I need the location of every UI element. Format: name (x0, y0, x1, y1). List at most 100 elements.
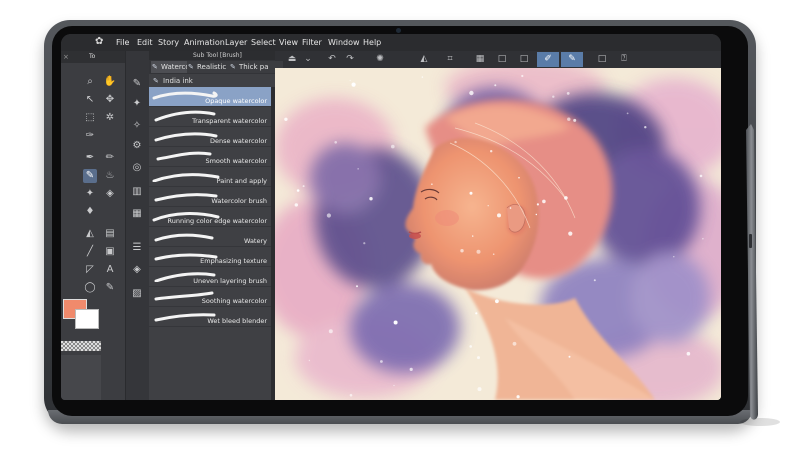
brush-icon: ✎ (230, 63, 236, 71)
drawing-canvas[interactable] (275, 68, 721, 400)
square-icon[interactable]: □ (493, 52, 511, 67)
auto-select-icon[interactable]: ✲ (103, 111, 117, 125)
airbrush-icon[interactable]: ♨ (103, 169, 117, 183)
brush-item-label: Smooth watercolor (205, 157, 267, 165)
grid-icon[interactable]: ▦ (130, 207, 144, 221)
brush-item[interactable]: Uneven layering brush (149, 267, 271, 287)
brush-item-label: Wet bleed blender (207, 317, 267, 325)
eyedropper-icon[interactable]: ✑ (83, 129, 97, 143)
watercolor-group-icon[interactable]: ✦ (130, 97, 144, 111)
color-history-strip (61, 355, 101, 400)
figure-icon[interactable]: ╱ (83, 245, 97, 259)
pencil-icon[interactable]: ✏ (103, 151, 117, 165)
brush-item-label: Soothing watercolor (201, 297, 267, 305)
sub-tool-title: Sub Tool [Brush] (193, 52, 242, 59)
brush-group-tabs: ✎ Waterco ✎ Realistic ✎ Thick pa (149, 60, 283, 74)
tool-tabbar: To × (61, 51, 125, 63)
ruler-icon[interactable]: ◸ (83, 263, 97, 277)
brush-item[interactable]: Opaque watercolor (149, 87, 271, 107)
zoom-icon[interactable]: ⌕ (83, 75, 97, 89)
brush-item[interactable]: Dense watercolor (149, 127, 271, 147)
brush-item[interactable]: Running color edge watercolor (149, 207, 271, 227)
square-icon[interactable]: □ (515, 52, 533, 67)
sub-color-swatch[interactable] (75, 309, 99, 329)
ink-group-icon[interactable]: ✧ (130, 119, 144, 133)
brush-item[interactable]: Transparent watercolor (149, 107, 271, 127)
close-icon[interactable]: × (63, 51, 69, 63)
app-logo-icon[interactable]: ✿ (95, 36, 107, 48)
gradient-icon[interactable]: ▤ (103, 227, 117, 241)
sub-group-india-ink[interactable]: ✎ India ink (149, 75, 275, 87)
balloon-icon[interactable]: ◯ (83, 281, 97, 295)
frame-icon[interactable]: ▣ (103, 245, 117, 259)
brush-item-label: Running color edge watercolor (167, 217, 267, 225)
settings-icon[interactable]: ⚙ (130, 139, 144, 153)
active-pen-icon[interactable]: ✐ (537, 52, 559, 67)
brush-group-icon[interactable]: ✎ (130, 77, 144, 91)
redo-icon[interactable]: ↷ (341, 52, 359, 67)
brush-item[interactable]: Paint and apply (149, 167, 271, 187)
fill-tool-icon[interactable]: ◭ (83, 227, 97, 241)
crop-icon[interactable]: ⌗ (441, 52, 459, 67)
hand-icon[interactable]: ✋ (103, 75, 117, 89)
text-icon[interactable]: A (103, 263, 117, 277)
brush-icon: ✎ (188, 63, 194, 71)
brush-item[interactable]: Watery (149, 227, 271, 247)
menu-file[interactable]: File (116, 34, 129, 51)
circle-icon[interactable]: ◎ (130, 161, 144, 175)
chevron-down-icon[interactable]: ⌄ (299, 52, 317, 67)
correct-line-icon[interactable]: ✎ (103, 281, 117, 295)
brush-item[interactable]: Emphasizing texture (149, 247, 271, 267)
sub-tool-header: Sub Tool [Brush] (149, 51, 275, 60)
blend-icon[interactable]: ♦ (83, 205, 97, 219)
active-brush-icon[interactable]: ✎ (561, 52, 583, 67)
tool-palette: To × ⌕ ✋ ↖ ✥ ⬚ ✲ ✑ ✒ ✏ ✎ ♨ ✦ ◈ ♦ ◭ ▤ ╱ ▣… (61, 51, 125, 400)
app-screen: ✿ File Edit Story Animation Layer Select… (61, 34, 721, 400)
menu-help[interactable]: Help (363, 34, 381, 51)
pen-icon[interactable]: ✒ (83, 151, 97, 165)
menu-story[interactable]: Story (158, 34, 179, 51)
layer-icon[interactable]: ▥ (130, 185, 144, 199)
loading-icon[interactable]: ✺ (371, 52, 389, 67)
decoration-icon[interactable]: ✦ (83, 187, 97, 201)
menu-layer[interactable]: Layer (225, 34, 247, 51)
brush-icon: ✎ (152, 63, 158, 71)
menu-select[interactable]: Select (251, 34, 276, 51)
brush-item-label: Uneven layering brush (193, 277, 267, 285)
command-bar: ⏏ ⌄ ↶ ↷ ✺ ◭ ⌗ ▦ □ □ ✐ ✎ □ ⍰ (275, 51, 721, 68)
stylus-pen (746, 124, 758, 420)
operation-icon[interactable]: ↖ (83, 93, 97, 107)
brush-icon[interactable]: ✎ (83, 169, 97, 183)
image-icon[interactable]: ▨ (130, 287, 144, 301)
menu-view[interactable]: View (279, 34, 298, 51)
undo-icon[interactable]: ↶ (323, 52, 341, 67)
eraser-icon[interactable]: ◈ (103, 187, 117, 201)
help-icon[interactable]: ⍰ (615, 52, 633, 67)
grid-icon[interactable]: ▦ (471, 52, 489, 67)
brush-item-label: Transparent watercolor (192, 117, 267, 125)
square-icon[interactable]: □ (593, 52, 611, 67)
menu-animation[interactable]: Animation (184, 34, 225, 51)
brush-item-label: Opaque watercolor (205, 97, 267, 105)
brush-stroke-preview (152, 173, 220, 182)
stack-icon[interactable]: ☰ (130, 241, 144, 255)
brush-item-label: Watery (243, 237, 267, 245)
brush-item[interactable]: Wet bleed blender (149, 307, 271, 327)
brush-item[interactable]: Soothing watercolor (149, 287, 271, 307)
menu-filter[interactable]: Filter (302, 34, 322, 51)
brush-item[interactable]: Watercolor brush (149, 187, 271, 207)
transparent-color-swatch[interactable] (61, 341, 101, 351)
brush-item[interactable]: Smooth watercolor (149, 147, 271, 167)
selection-icon[interactable]: ⬚ (83, 111, 97, 125)
menu-window[interactable]: Window (328, 34, 360, 51)
layers-icon[interactable]: ◈ (130, 263, 144, 277)
tool-tab-label[interactable]: To (89, 51, 95, 63)
menu-edit[interactable]: Edit (137, 34, 153, 51)
move-icon[interactable]: ✥ (103, 93, 117, 107)
fill-icon[interactable]: ◭ (415, 52, 433, 67)
sub-tool-panel: Sub Tool [Brush] ✎ Waterco ✎ Realistic ✎… (149, 51, 283, 400)
front-camera (396, 28, 401, 33)
menu-bar: ✿ File Edit Story Animation Layer Select… (61, 34, 721, 51)
brush-stroke-preview (154, 233, 214, 242)
watercolor-portrait (275, 68, 721, 400)
